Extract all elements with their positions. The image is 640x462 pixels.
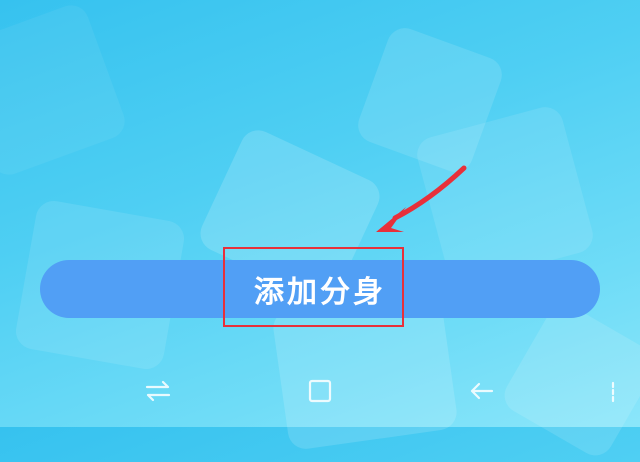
navigation-bar <box>0 362 640 418</box>
add-clone-button[interactable]: 添加分身 <box>40 260 600 318</box>
background-shape <box>0 0 130 180</box>
back-icon[interactable] <box>467 376 497 406</box>
add-clone-label: 添加分身 <box>254 275 386 310</box>
switch-apps-icon[interactable] <box>143 376 173 406</box>
menu-icon[interactable] <box>598 376 615 406</box>
home-icon[interactable] <box>305 376 335 406</box>
